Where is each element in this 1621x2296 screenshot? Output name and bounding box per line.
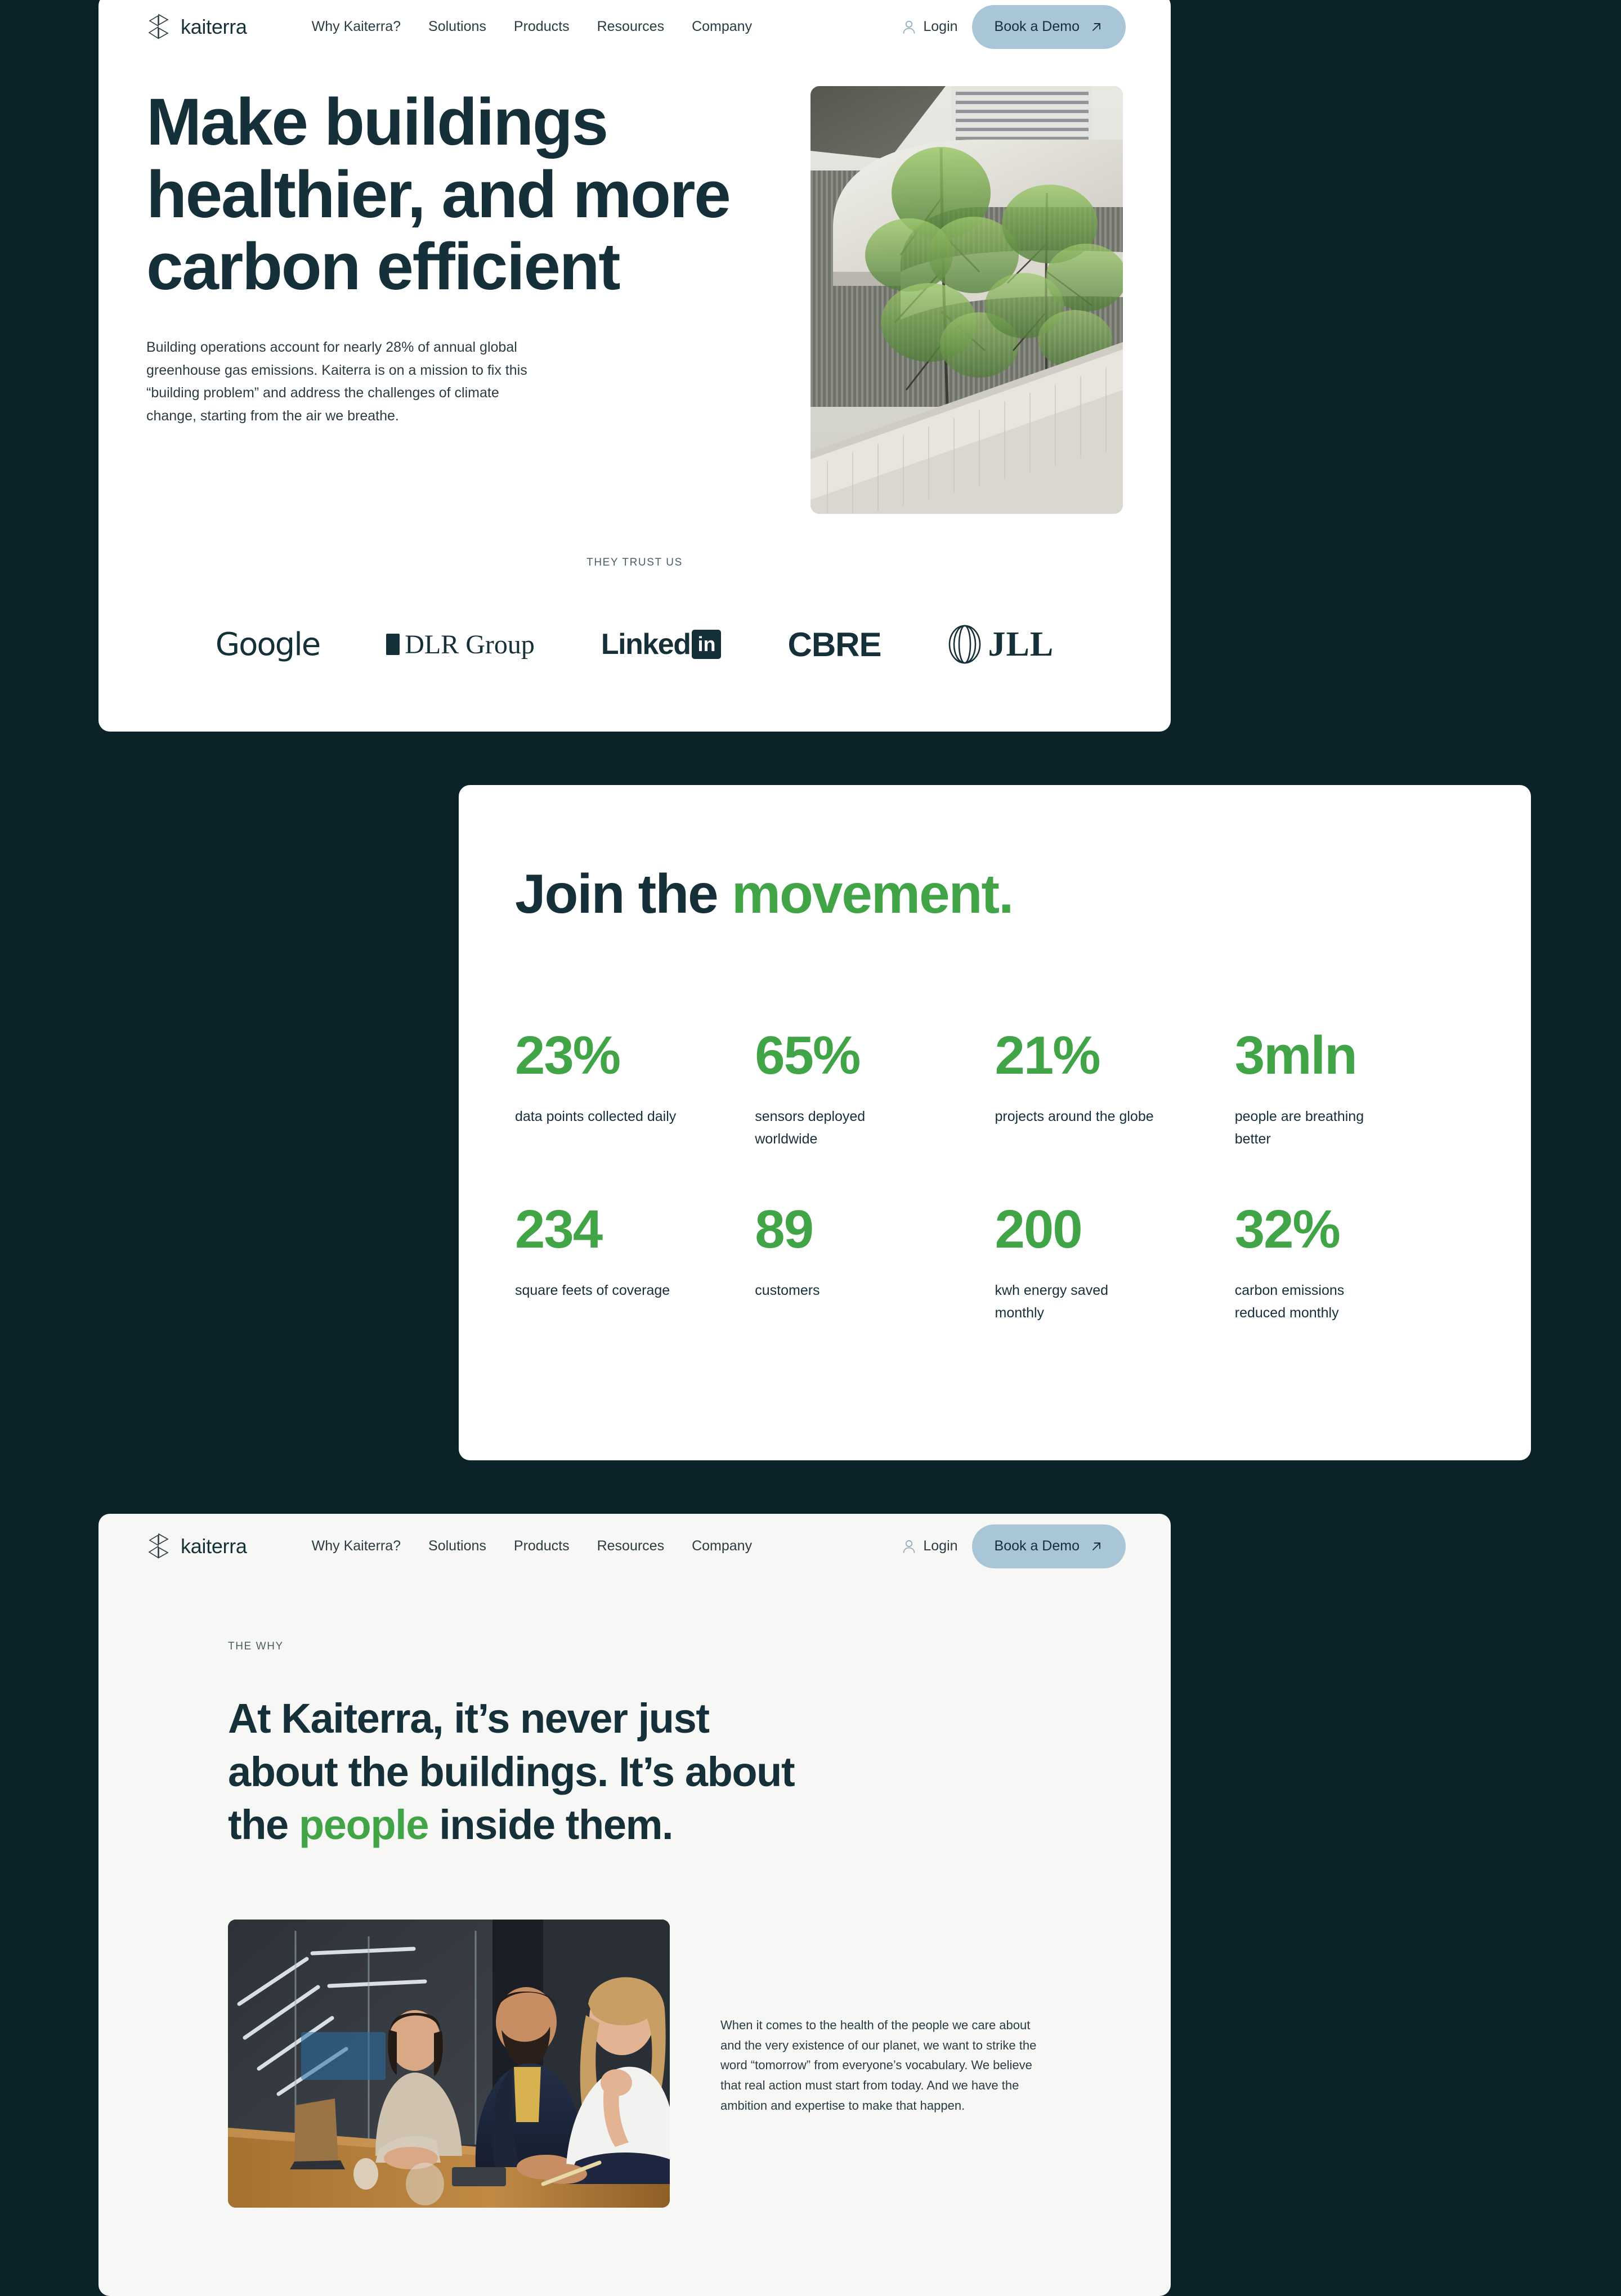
nav-link-why-kaiterra[interactable]: Why Kaiterra?	[312, 1538, 401, 1554]
nav-links: Why Kaiterra? Solutions Products Resourc…	[312, 1538, 752, 1554]
stats-inner: Join the movement. 23% data points colle…	[459, 785, 1531, 1325]
nav-link-solutions[interactable]: Solutions	[428, 1538, 486, 1554]
nav-links: Why Kaiterra? Solutions Products Resourc…	[312, 19, 752, 35]
book-a-demo-label: Book a Demo	[994, 1538, 1080, 1554]
nav-link-company[interactable]: Company	[692, 19, 752, 35]
book-a-demo-button[interactable]: Book a Demo	[971, 1524, 1126, 1568]
why-card: kaiterra Why Kaiterra? Solutions Product…	[98, 1514, 1171, 2296]
google-logo: Google	[215, 626, 321, 663]
dlr-square-icon	[386, 634, 400, 655]
stat-value: 200	[995, 1199, 1083, 1259]
stat-value: 65%	[755, 1025, 861, 1086]
stat-value: 234	[515, 1199, 603, 1259]
trust-logos: Google DLR Group Linked in CBRE JLL	[98, 624, 1171, 665]
stat-item: 65% sensors deployed worldwide	[755, 1025, 995, 1151]
book-a-demo-button[interactable]: Book a Demo	[971, 5, 1126, 49]
arrow-up-right-icon	[1092, 1542, 1100, 1550]
linkedin-logo: Linked in	[601, 624, 722, 665]
stat-value: 3mln	[1234, 1025, 1358, 1086]
dlr-group-logo: DLR Group	[386, 624, 535, 665]
kaiterra-logo-icon	[148, 14, 169, 39]
stat-label: carbon emissions reduced monthly	[1234, 1282, 1345, 1321]
arrow-up-right-icon	[1092, 23, 1100, 31]
cbre-logo: CBRE	[787, 625, 881, 663]
trust-label: THEY TRUST US	[586, 557, 683, 568]
nav-link-company[interactable]: Company	[692, 1538, 752, 1554]
hero-title: Make buildings healthier, and more carbo…	[146, 85, 731, 304]
hero-image	[811, 86, 1123, 514]
stat-item: 89 customers	[755, 1199, 995, 1325]
login-button[interactable]: Login	[902, 1538, 958, 1554]
why-title-accent: people	[298, 1801, 429, 1849]
nav-link-products[interactable]: Products	[514, 19, 570, 35]
why-eyebrow: THE WHY	[228, 1640, 284, 1652]
stats-card: Join the movement. 23% data points colle…	[459, 785, 1531, 1460]
why-image	[228, 1920, 670, 2208]
meeting-room-photo	[228, 1920, 670, 2208]
user-icon	[903, 20, 915, 34]
stat-label: data points collected daily	[515, 1108, 677, 1124]
nav-link-products[interactable]: Products	[514, 1538, 570, 1554]
stat-value: 21%	[995, 1025, 1101, 1086]
stat-item: 234 square feets of coverage	[515, 1199, 755, 1325]
stat-item: 21% projects around the globe	[995, 1025, 1235, 1151]
linkedin-in-badge: in	[692, 630, 722, 659]
login-button[interactable]: Login	[902, 19, 958, 35]
stats-title: Join the movement.	[515, 863, 1475, 925]
why-inner: THE WHY At Kaiterra, it’s never just abo…	[98, 1578, 1171, 2208]
why-paragraph: When it comes to the health of the peopl…	[720, 2018, 1037, 2113]
why-title-part2: inside them.	[428, 1801, 673, 1849]
stat-label: sensors deployed worldwide	[755, 1108, 866, 1147]
jll-logo: JLL	[948, 624, 1054, 665]
stat-label: people are breathing better	[1234, 1108, 1364, 1147]
book-a-demo-label: Book a Demo	[994, 19, 1080, 34]
stat-value: 23%	[515, 1025, 621, 1086]
nav-actions: Login Book a Demo	[902, 1524, 1126, 1568]
why-body: When it comes to the health of the peopl…	[228, 1920, 1123, 2208]
nav-link-solutions[interactable]: Solutions	[428, 19, 486, 35]
stat-item: 23% data points collected daily	[515, 1025, 755, 1151]
brand-logo[interactable]: kaiterra	[146, 1533, 247, 1560]
stat-item: 200 kwh energy saved monthly	[995, 1199, 1235, 1325]
stats-title-accent: movement.	[731, 863, 1014, 925]
hero-text-column: Make buildings healthier, and more carbo…	[146, 86, 805, 514]
nav-link-resources[interactable]: Resources	[597, 19, 665, 35]
nav-link-why-kaiterra[interactable]: Why Kaiterra?	[312, 19, 401, 35]
stat-label: kwh energy saved monthly	[995, 1282, 1109, 1321]
kaiterra-logo-icon	[148, 1533, 169, 1558]
top-navigation-bar: kaiterra Why Kaiterra? Solutions Product…	[98, 0, 1171, 59]
user-icon	[903, 1540, 915, 1553]
brand-name: kaiterra	[181, 15, 247, 38]
login-label: Login	[923, 19, 958, 34]
stat-label: customers	[755, 1282, 820, 1298]
brand-name: kaiterra	[181, 1534, 247, 1558]
hero-card: kaiterra Why Kaiterra? Solutions Product…	[98, 0, 1171, 732]
nav-link-resources[interactable]: Resources	[597, 1538, 665, 1554]
stats-grid: 23% data points collected daily 65% sens…	[515, 1025, 1475, 1325]
hero-body: Make buildings healthier, and more carbo…	[98, 59, 1171, 514]
brand-logo[interactable]: kaiterra	[146, 14, 247, 41]
hero-architecture-photo	[811, 86, 1123, 514]
stat-value: 32%	[1234, 1199, 1341, 1259]
nav-actions: Login Book a Demo	[902, 5, 1126, 49]
stat-label: square feets of coverage	[515, 1282, 670, 1298]
login-label: Login	[923, 1538, 958, 1554]
why-title: At Kaiterra, it’s never just about the b…	[228, 1692, 808, 1852]
stats-title-plain: Join the	[515, 863, 732, 925]
stat-item: 3mln people are breathing better	[1234, 1025, 1475, 1151]
stat-label: projects around the globe	[995, 1108, 1154, 1124]
stat-value: 89	[755, 1199, 814, 1259]
top-navigation-bar-secondary: kaiterra Why Kaiterra? Solutions Product…	[98, 1514, 1171, 1578]
hero-paragraph: Building operations account for nearly 2…	[146, 339, 527, 424]
jll-mark-icon	[948, 625, 980, 664]
stat-item: 32% carbon emissions reduced monthly	[1234, 1199, 1475, 1325]
